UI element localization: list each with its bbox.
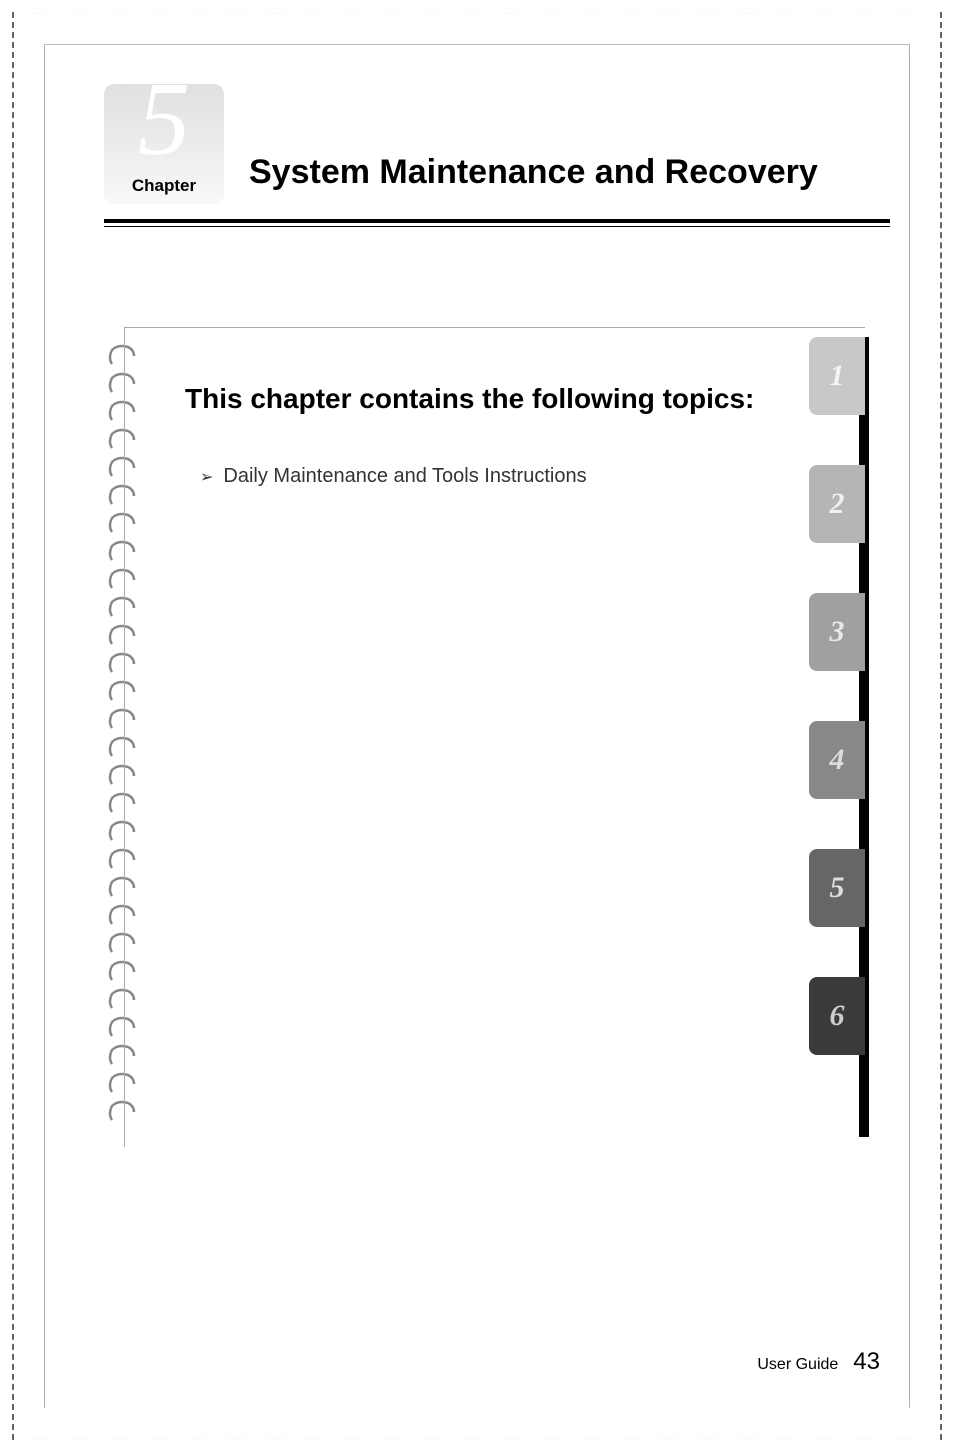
chapter-title: System Maintenance and Recovery xyxy=(249,150,818,204)
topic-text: Daily Maintenance and Tools Instructions xyxy=(223,465,586,488)
topic-item: ➢ Daily Maintenance and Tools Instructio… xyxy=(200,465,805,488)
page-number: 43 xyxy=(853,1348,880,1376)
tab-2: 2 xyxy=(809,465,865,543)
fade-bottom xyxy=(14,1400,940,1440)
tabs-column: 1 2 3 4 5 6 xyxy=(809,337,869,1105)
tab-4: 4 xyxy=(809,721,865,799)
tab-6: 6 xyxy=(809,977,865,1055)
topics-heading: This chapter contains the following topi… xyxy=(185,378,805,420)
header-divider xyxy=(104,219,890,227)
tab-5: 5 xyxy=(809,849,865,927)
tab-1: 1 xyxy=(809,337,865,415)
page-content: 5 Chapter System Maintenance and Recover… xyxy=(14,14,940,1438)
page-outer-frame: 5 Chapter System Maintenance and Recover… xyxy=(0,0,954,1452)
chapter-header: 5 Chapter System Maintenance and Recover… xyxy=(104,84,890,204)
topics-box: This chapter contains the following topi… xyxy=(124,327,865,1147)
tab-3: 3 xyxy=(809,593,865,671)
chapter-number: 5 xyxy=(138,66,191,171)
bullet-icon: ➢ xyxy=(200,467,213,487)
chapter-label: Chapter xyxy=(132,176,196,196)
footer-label: User Guide xyxy=(757,1356,838,1374)
fade-top xyxy=(14,12,940,52)
chapter-badge: 5 Chapter xyxy=(104,84,224,204)
topics-section: This chapter contains the following topi… xyxy=(124,327,865,1147)
page-footer: User Guide 43 xyxy=(757,1348,880,1376)
dashed-border: 5 Chapter System Maintenance and Recover… xyxy=(12,12,942,1440)
